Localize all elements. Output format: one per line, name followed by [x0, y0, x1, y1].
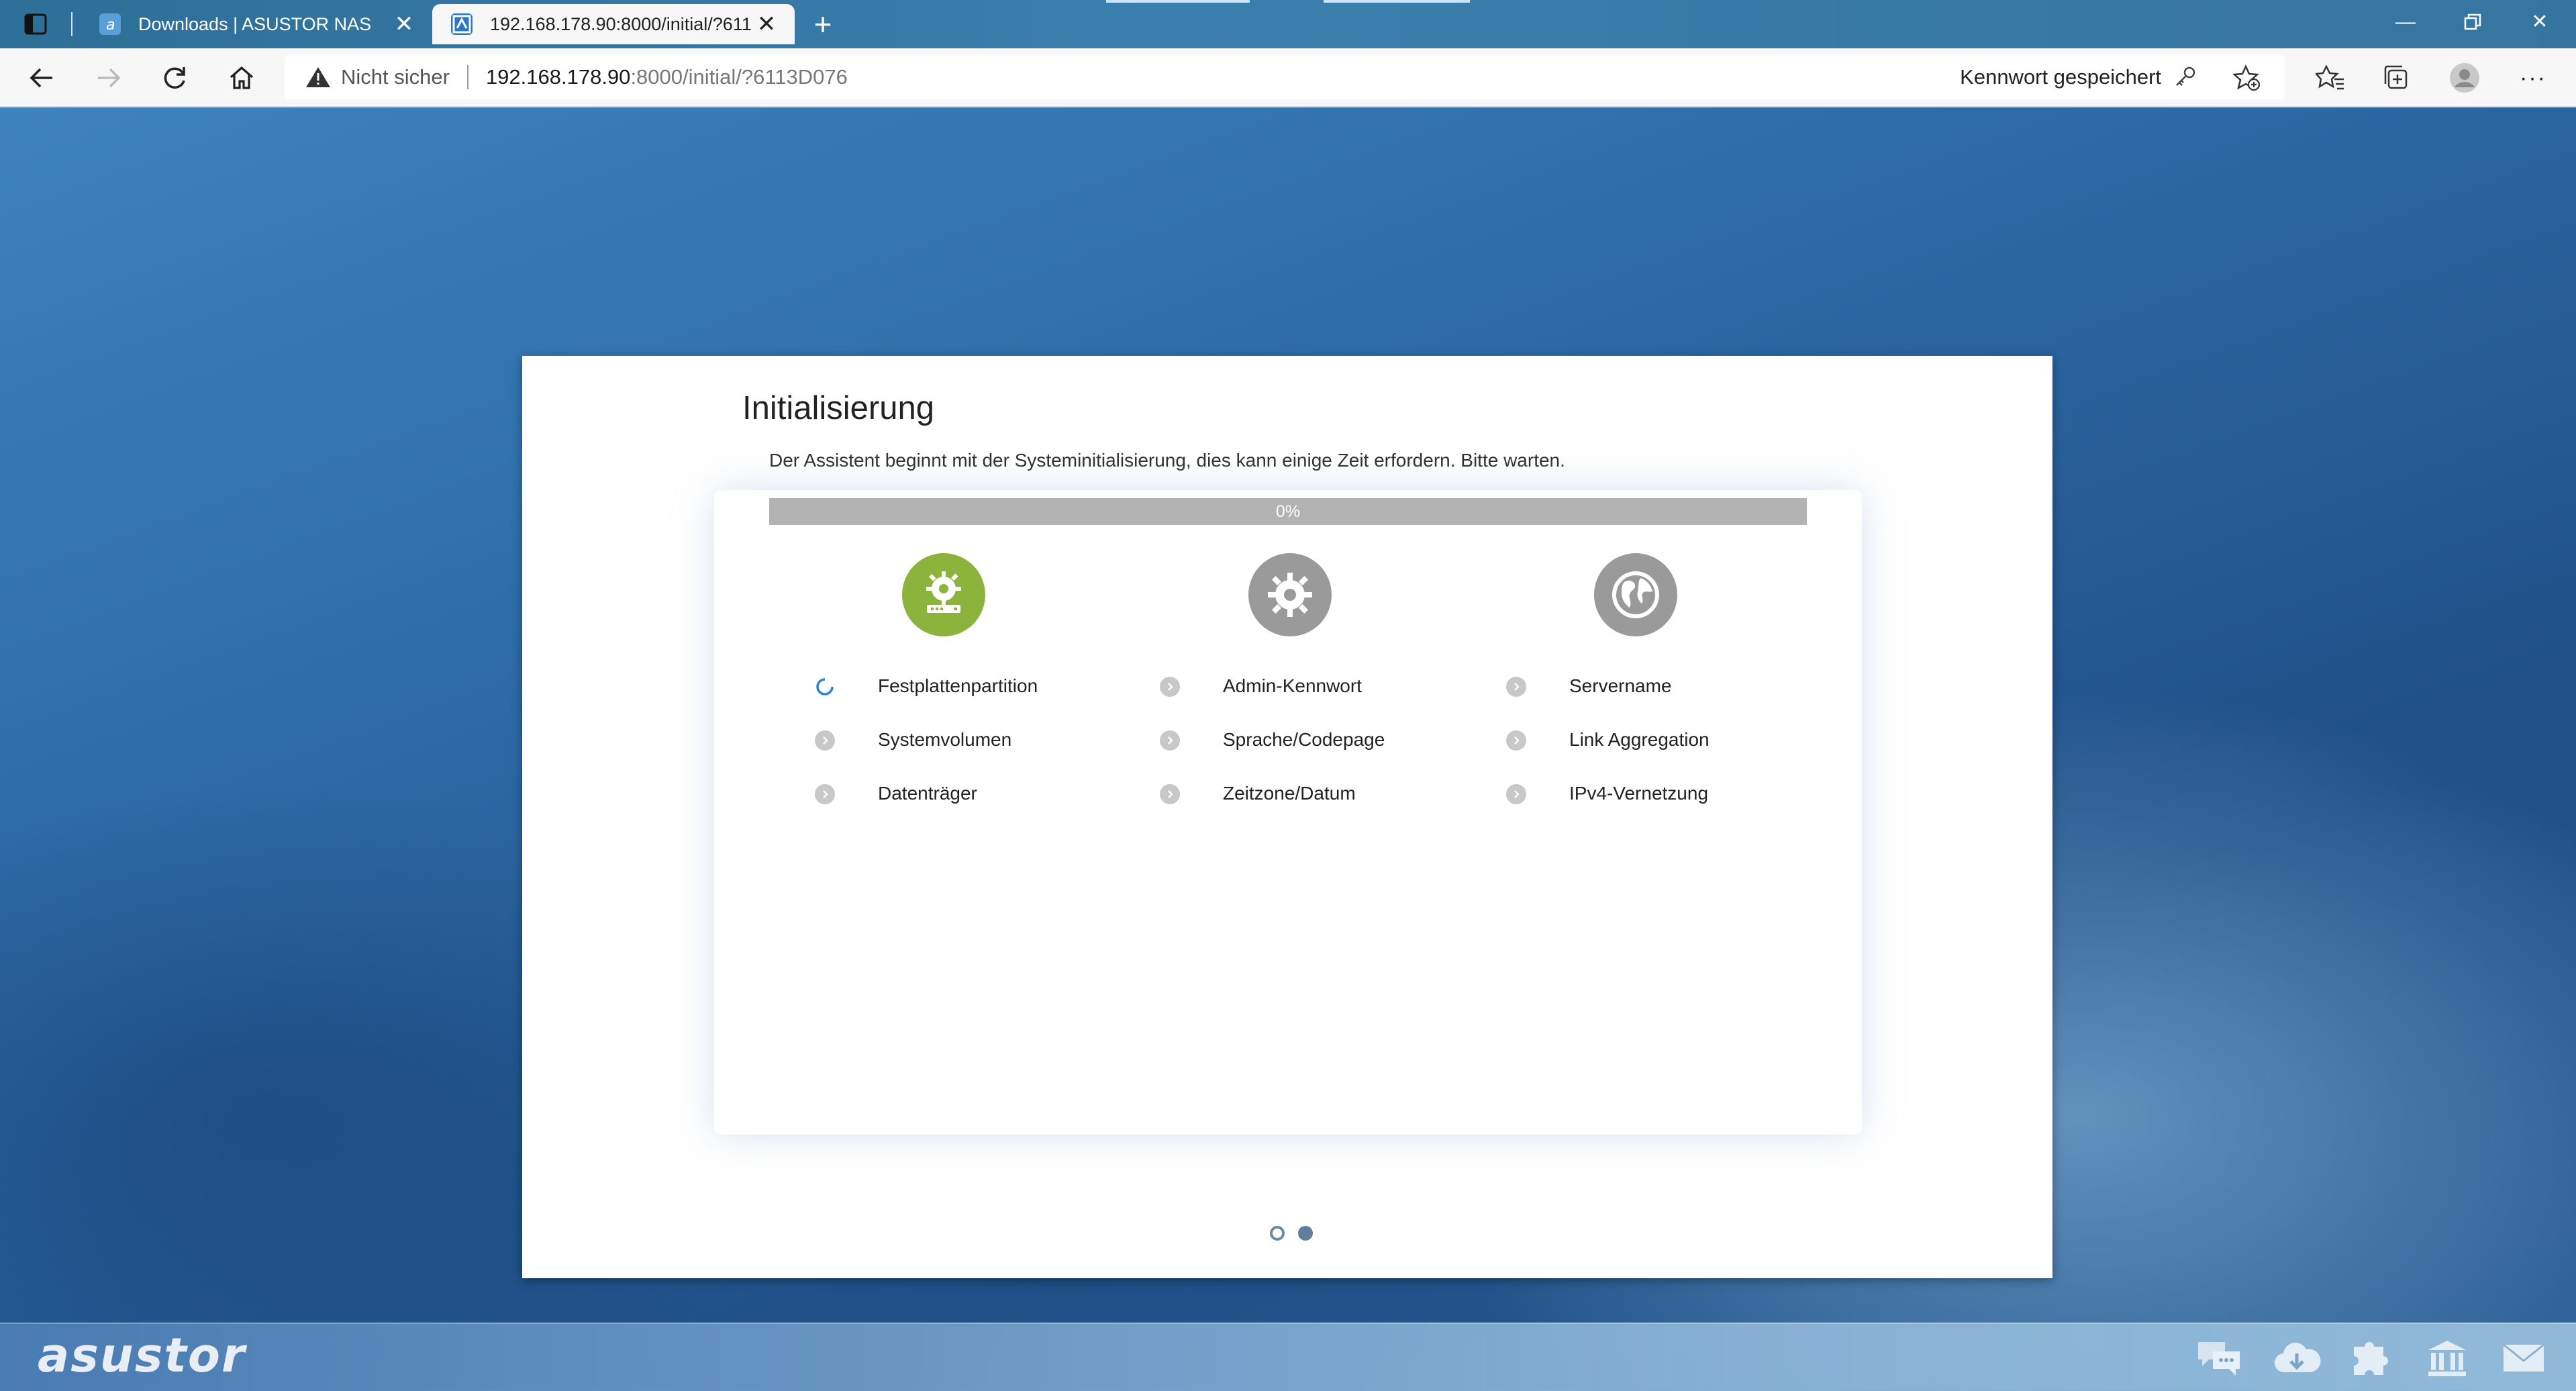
password-saved-label: Kennwort gespeichert [1960, 65, 2161, 89]
tab-downloads[interactable]: a Downloads | ASUSTOR NAS ✕ [81, 4, 432, 44]
reload-icon[interactable] [154, 58, 195, 98]
mail-icon[interactable] [2499, 1337, 2548, 1379]
step-server-name: Servername [1506, 675, 1672, 697]
globe-icon [1612, 571, 1659, 618]
step-label: Datenträger [878, 783, 977, 804]
asustor-logo: asustor [38, 1328, 246, 1383]
close-tab-icon[interactable]: ✕ [754, 11, 779, 38]
step-label: IPv4-Vernetzung [1569, 783, 1709, 804]
add-favorite-icon[interactable] [2228, 59, 2266, 97]
step-ipv4-networking: IPv4-Vernetzung [1506, 783, 1708, 804]
warning-icon [306, 67, 330, 87]
pending-arrow-icon [815, 784, 835, 804]
browser-toolbar: Nicht sicher 192.168.178.90:8000/initial… [0, 48, 2576, 107]
strip-highlight [1106, 0, 1250, 3]
page-title: Initialisierung [742, 390, 934, 426]
favorites-icon[interactable] [2310, 58, 2350, 98]
step-system-volume: Systemvolumen [815, 729, 1011, 751]
tab-label: Downloads | ASUSTOR NAS [138, 13, 372, 34]
pending-arrow-icon [1160, 784, 1180, 804]
step-label: Systemvolumen [878, 729, 1012, 750]
chat-icon[interactable] [2195, 1337, 2243, 1379]
tab-actions-icon[interactable] [23, 12, 50, 36]
pending-arrow-icon [1160, 730, 1180, 751]
cloud-download-icon[interactable] [2273, 1337, 2321, 1379]
forward-icon[interactable] [89, 58, 129, 98]
nas-favicon-icon [451, 13, 473, 35]
plugin-icon[interactable] [2346, 1337, 2395, 1379]
pager-dot-1[interactable] [1270, 1226, 1285, 1241]
home-icon[interactable] [221, 58, 262, 98]
step-link-aggregation: Link Aggregation [1506, 729, 1710, 751]
password-saved-indicator[interactable]: Kennwort gespeichert [1960, 55, 2197, 99]
browser-tab-strip: a Downloads | ASUSTOR NAS ✕ 192.168.178.… [0, 0, 2576, 48]
step-label: Admin-Kennwort [1223, 675, 1362, 696]
loading-spinner-icon [815, 677, 835, 697]
restore-icon[interactable] [2446, 5, 2499, 39]
step-label: Zeitzone/Datum [1223, 783, 1356, 804]
collections-icon[interactable] [2376, 58, 2416, 98]
security-indicator[interactable]: Nicht sicher [285, 65, 450, 89]
stage-disk-icon [902, 553, 985, 636]
profile-avatar-icon[interactable] [2444, 58, 2485, 98]
pending-arrow-icon [1506, 730, 1526, 751]
step-language-codepage: Sprache/Codepage [1160, 729, 1385, 751]
url-host: 192.168.178.90 [485, 65, 631, 89]
step-label: Link Aggregation [1569, 729, 1710, 750]
nas-initial-page: Initialisierung Der Assistent beginnt mi… [0, 107, 2576, 1391]
minimize-icon[interactable]: — [2379, 5, 2432, 39]
key-icon [2176, 66, 2195, 86]
pager-dot-2[interactable] [1298, 1226, 1313, 1241]
pending-arrow-icon [1160, 677, 1180, 697]
gear-icon [1268, 573, 1312, 617]
strip-highlight [1324, 0, 1470, 3]
close-tab-icon[interactable]: ✕ [392, 11, 416, 38]
step-admin-password: Admin-Kennwort [1160, 675, 1362, 697]
close-window-icon[interactable]: ✕ [2513, 5, 2567, 39]
asustor-favicon-icon: a [99, 13, 121, 35]
nas-bottom-bar: asustor [0, 1323, 2576, 1391]
new-tab-button[interactable]: + [803, 4, 843, 44]
step-label: Sprache/Codepage [1223, 729, 1385, 750]
pending-arrow-icon [1506, 784, 1526, 804]
tab-divider [71, 12, 72, 36]
back-icon[interactable] [21, 58, 62, 98]
stage-network-icon [1594, 553, 1677, 636]
bank-icon[interactable] [2423, 1337, 2471, 1379]
more-options-icon[interactable]: ··· [2513, 58, 2553, 98]
step-timezone-date: Zeitzone/Datum [1160, 783, 1356, 804]
step-data-volume: Datenträger [815, 783, 977, 804]
address-divider [466, 65, 468, 89]
svg-text:a: a [106, 17, 115, 34]
step-label: Servername [1569, 675, 1672, 696]
step-label: Festplattenpartition [878, 675, 1038, 696]
tab-initial[interactable]: 192.168.178.90:8000/initial/?611 ✕ [432, 4, 795, 44]
url-path: :8000/initial/?6113D076 [630, 65, 848, 89]
progress-bar: 0% [769, 498, 1807, 525]
tab-label: 192.168.178.90:8000/initial/?611 [490, 13, 752, 34]
progress-label: 0% [1275, 502, 1301, 521]
address-bar[interactable]: Nicht sicher 192.168.178.90:8000/initial… [285, 55, 2285, 99]
step-disk-partition: Festplattenpartition [815, 675, 1038, 697]
security-label: Nicht sicher [341, 65, 450, 89]
pending-arrow-icon [815, 730, 835, 751]
disk-gear-icon [926, 571, 961, 613]
initialization-panel: Initialisierung Der Assistent beginnt mi… [522, 356, 2052, 1278]
stage-settings-icon [1248, 553, 1332, 636]
wizard-description: Der Assistent beginnt mit der Systeminit… [769, 450, 1565, 471]
pending-arrow-icon [1506, 677, 1526, 697]
